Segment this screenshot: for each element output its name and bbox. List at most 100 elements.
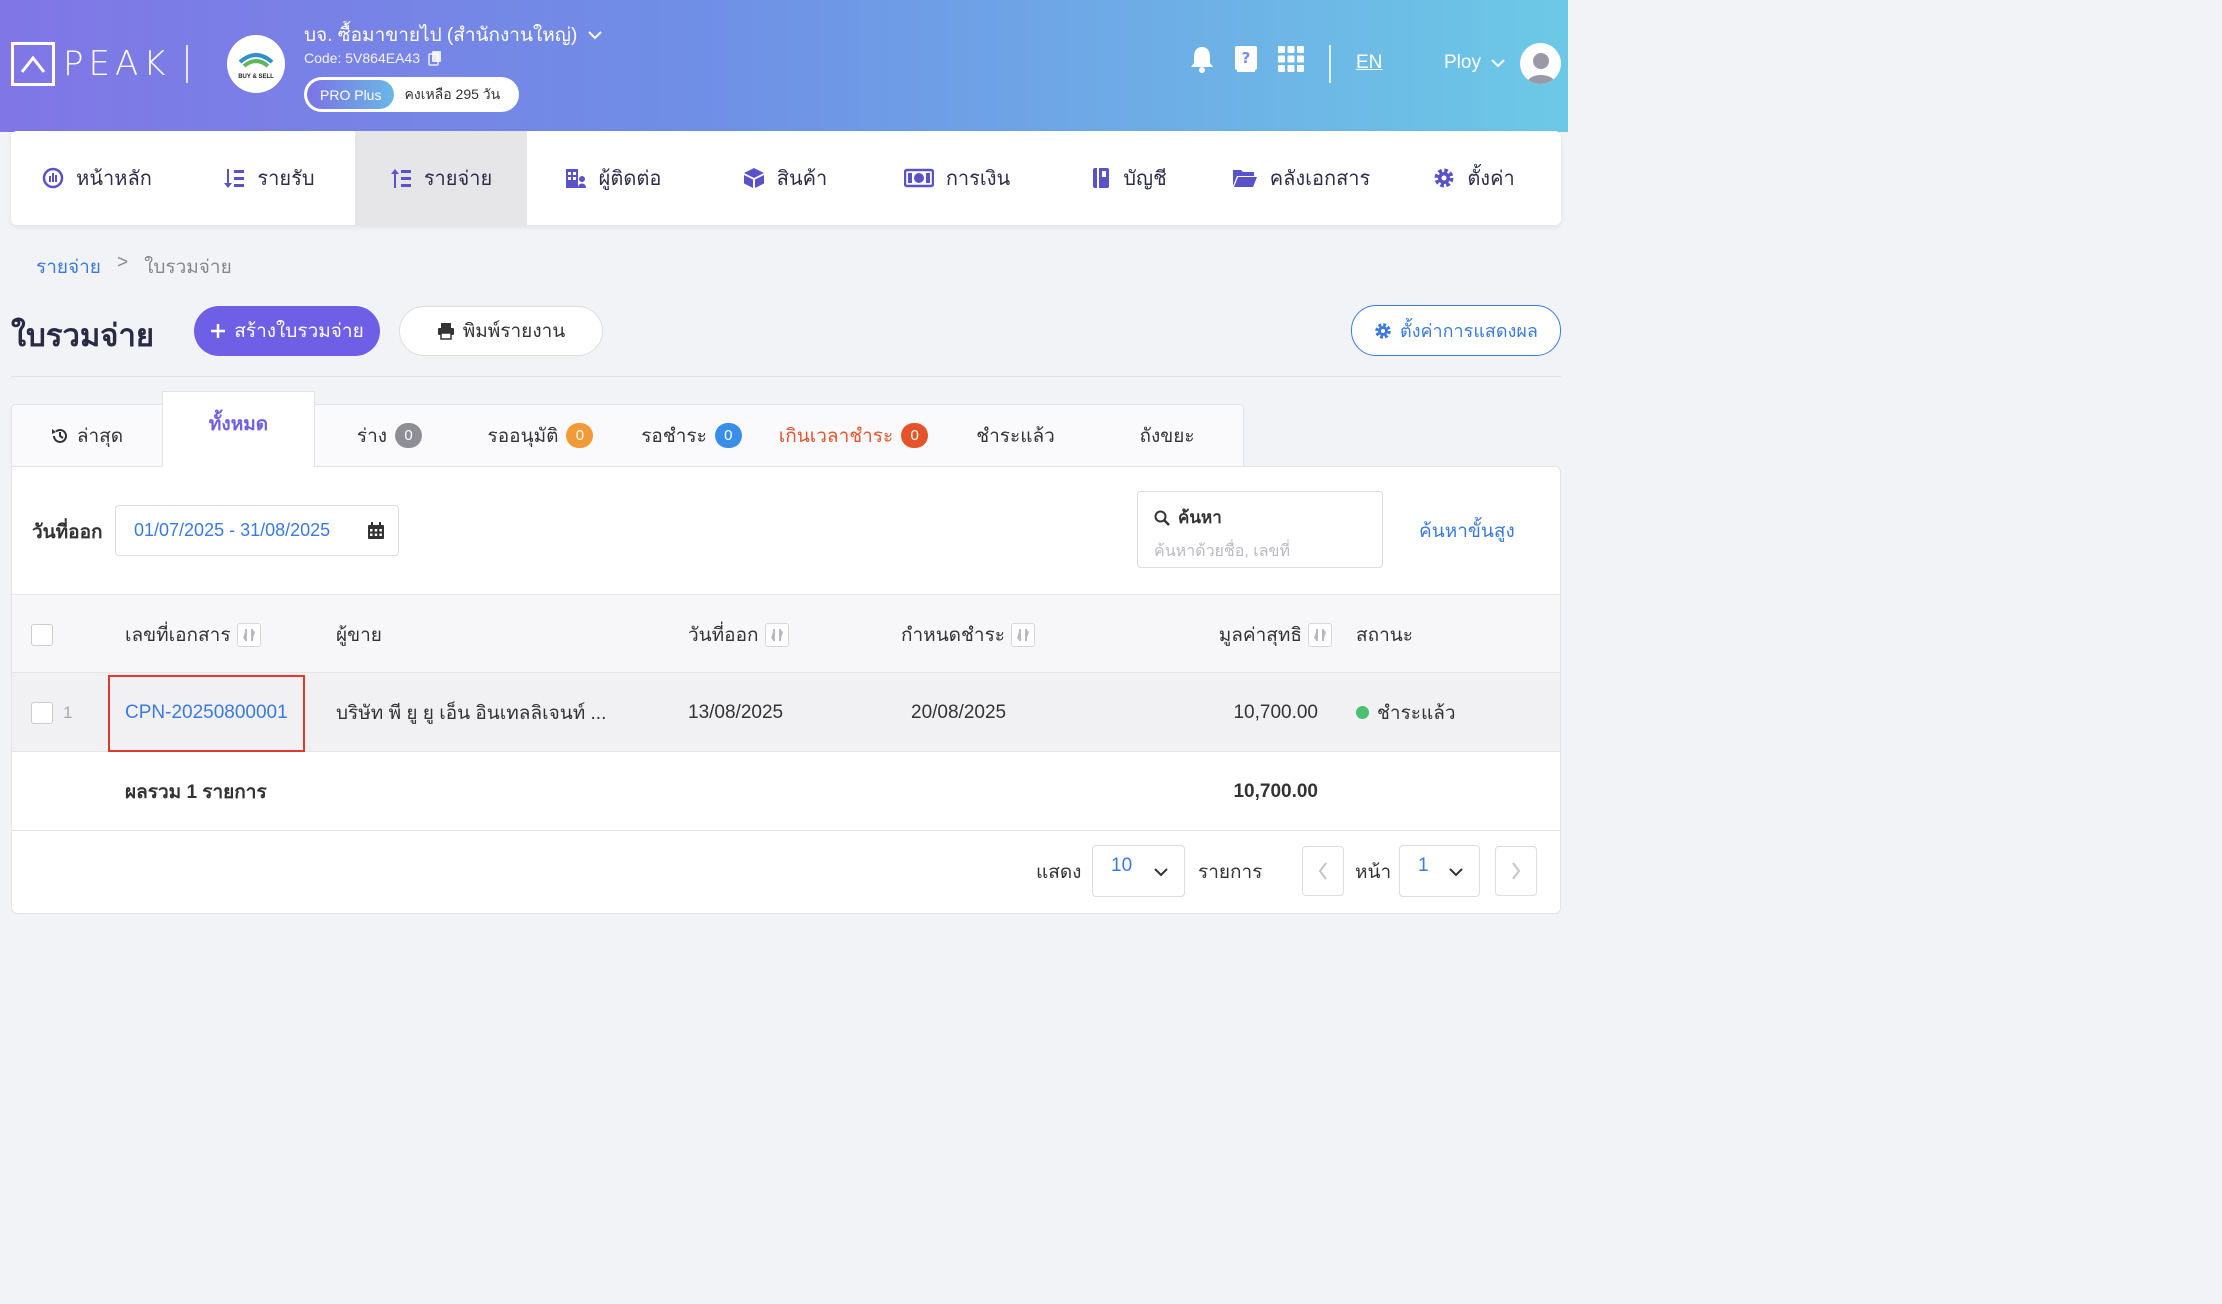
chevron-down-icon: [1154, 867, 1168, 876]
column-due-date: กำหนดชำระ: [901, 595, 1035, 674]
footer-total-cell: 10,700.00: [1112, 752, 1318, 831]
user-avatar[interactable]: [1520, 43, 1561, 84]
chevron-down-icon: [588, 31, 602, 40]
status-dot: [1356, 706, 1369, 719]
history-icon: [51, 428, 67, 443]
column-label: มูลค่าสุทธิ: [1218, 624, 1302, 646]
nav-label: สินค้า: [776, 168, 828, 190]
nav-finance[interactable]: การเงิน: [871, 131, 1043, 225]
tab-awaiting-payment[interactable]: รอชำระ 0: [616, 404, 768, 466]
advanced-search-link[interactable]: ค้นหาขั้นสูง: [1419, 516, 1515, 546]
expense-icon: [390, 169, 411, 188]
nav-contacts[interactable]: ผู้ติดต่อ: [527, 131, 699, 225]
language-switch[interactable]: EN: [1356, 52, 1382, 74]
contacts-icon: [565, 169, 586, 188]
sort-icon[interactable]: [236, 622, 261, 647]
search-placeholder: ค้นหาด้วยชื่อ, เลขที่: [1154, 543, 1291, 560]
due-date: 20/08/2025: [911, 701, 1007, 723]
print-report-button[interactable]: พิมพ์รายงาน: [399, 306, 603, 356]
nav-documents[interactable]: คลังเอกสาร: [1215, 131, 1387, 225]
create-payment-voucher-button[interactable]: สร้างใบรวมจ่าย: [194, 306, 380, 356]
printer-icon: [437, 323, 454, 340]
search-input[interactable]: ค้นหา ค้นหาด้วยชื่อ, เลขที่: [1137, 491, 1383, 568]
tab-label: เกินเวลาชำระ: [778, 425, 894, 447]
apps-grid-icon[interactable]: [1276, 44, 1306, 74]
row-checkbox[interactable]: [31, 701, 53, 724]
copy-icon[interactable]: [428, 50, 442, 66]
date-range-picker[interactable]: 01/07/2025 - 31/08/2025: [115, 505, 399, 556]
sort-icon[interactable]: [1011, 622, 1035, 647]
tab-label: ทั้งหมด: [208, 413, 269, 435]
tab-overdue[interactable]: เกินเวลาชำระ 0: [767, 404, 941, 466]
dashboard-icon: [42, 167, 64, 189]
column-net-amount: มูลค่าสุทธิ: [1112, 595, 1332, 674]
company-code: Code: 5V864EA43: [304, 50, 442, 66]
doc-no-link[interactable]: CPN-20250800001: [125, 702, 288, 724]
column-doc-no: เลขที่เอกสาร: [125, 595, 261, 674]
doc-no-cell: CPN-20250800001: [125, 673, 288, 752]
nav-dashboard[interactable]: หน้าหลัก: [11, 131, 183, 225]
page-size-label: แสดง: [1036, 862, 1082, 883]
peak-logo[interactable]: PEAK: [11, 42, 171, 86]
chevron-down-icon: [1491, 58, 1505, 67]
status-cell: ชำระแล้ว: [1356, 673, 1456, 752]
section-divider: [11, 376, 1561, 377]
user-name: Ploy: [1444, 52, 1481, 73]
issue-date: 13/08/2025: [688, 701, 784, 723]
nav-settings[interactable]: ตั้งค่า: [1387, 131, 1561, 225]
bell-icon[interactable]: [1187, 44, 1217, 74]
display-settings-button[interactable]: ตั้งค่าการแสดงผล: [1351, 305, 1561, 356]
breadcrumb-parent[interactable]: รายจ่าย: [36, 252, 101, 282]
help-book-icon[interactable]: ?: [1231, 44, 1261, 74]
company-logo[interactable]: BUY & SELL: [227, 35, 285, 93]
search-icon: [1154, 510, 1170, 526]
gear-icon: [1375, 322, 1391, 339]
breadcrumb-separator: >: [116, 252, 129, 273]
company-logo-text: BUY & SELL: [238, 74, 274, 80]
column-label: สถานะ: [1356, 624, 1413, 646]
footer-label: ผลรวม 1 รายการ: [125, 781, 267, 803]
nav-label: คลังเอกสาร: [1269, 168, 1371, 190]
page-size-select[interactable]: 10: [1092, 845, 1185, 897]
tab-paid[interactable]: ชำระแล้ว: [940, 404, 1092, 466]
vendor-name: บริษัท พี ยู ยู เอ็น อินเทลลิเจนท์ ...: [336, 702, 607, 724]
items-label: รายการ: [1198, 862, 1263, 883]
search-label: ค้นหา: [1154, 504, 1366, 531]
sort-icon[interactable]: [764, 622, 789, 647]
table-row[interactable]: 1 CPN-20250800001 บริษัท พี ยู ยู เอ็น อ…: [12, 673, 1560, 752]
plan-status[interactable]: PRO Plus คงเหลือ 295 วัน: [304, 77, 519, 112]
net-amount: 10,700.00: [1233, 701, 1318, 723]
page-size-value: 10: [1111, 855, 1133, 876]
tab-recent[interactable]: ล่าสุด: [11, 404, 163, 466]
nav-label: รายรับ: [257, 168, 315, 190]
chevron-down-icon: [1449, 867, 1463, 876]
ledger-book-icon: [1093, 168, 1110, 188]
company-switcher[interactable]: บจ. ซื้อมาขายไป (สำนักงานใหญ่): [304, 20, 603, 50]
tab-awaiting-approval[interactable]: รออนุมัติ 0: [465, 404, 617, 466]
select-all-checkbox[interactable]: [31, 623, 53, 646]
footer-summary: ผลรวม 1 รายการ: [125, 752, 267, 831]
next-page-button[interactable]: [1495, 846, 1537, 896]
nav-accounting[interactable]: บัญชี: [1043, 131, 1215, 225]
header-divider: [186, 45, 188, 83]
product-box-icon: [743, 168, 764, 188]
plan-badge: PRO Plus: [307, 80, 395, 109]
plan-remaining: คงเหลือ 295 วัน: [404, 85, 501, 102]
amount-cell: 10,700.00: [1112, 673, 1318, 752]
nav-income[interactable]: รายรับ: [183, 131, 355, 225]
prev-page-button[interactable]: [1302, 846, 1344, 896]
select-all-checkbox-cell: [31, 595, 53, 674]
tab-trash[interactable]: ถังขยะ: [1091, 404, 1244, 466]
nav-label: ผู้ติดต่อ: [598, 168, 662, 190]
company-code-text: Code: 5V864EA43: [304, 50, 420, 66]
sort-icon[interactable]: [1308, 622, 1332, 647]
issue-date-cell: 13/08/2025: [688, 673, 783, 752]
tab-label: รออนุมัติ: [487, 425, 559, 447]
user-menu[interactable]: Ploy: [1444, 52, 1505, 74]
page-select[interactable]: 1: [1399, 845, 1480, 897]
column-label: ผู้ขาย: [336, 624, 382, 646]
tab-all[interactable]: ทั้งหมด: [162, 391, 315, 467]
nav-expense[interactable]: รายจ่าย: [355, 131, 527, 225]
nav-products[interactable]: สินค้า: [699, 131, 871, 225]
tab-draft[interactable]: ร่าง 0: [314, 404, 466, 466]
